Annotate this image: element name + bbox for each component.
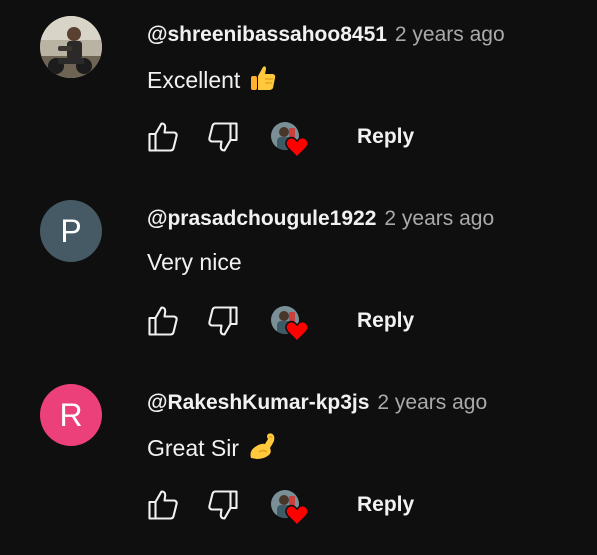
avatar[interactable]: P (40, 200, 102, 262)
avatar[interactable] (40, 16, 102, 78)
thumb-up-outline-icon (148, 490, 178, 520)
comment-author[interactable]: @shreenibassahoo8451 (147, 23, 387, 46)
thumb-down-outline-icon (208, 122, 238, 152)
reply-button[interactable]: Reply (343, 117, 428, 157)
comment-text-container: Excellent (147, 63, 278, 100)
dislike-button[interactable] (203, 485, 243, 525)
creator-heart-badge[interactable] (271, 490, 309, 526)
heart-icon (285, 136, 309, 158)
dislike-button[interactable] (203, 117, 243, 157)
comment-item: P @prasadchougule1922 2 years ago Very ni… (0, 184, 597, 368)
comment-header: @RakeshKumar-kp3js 2 years ago (147, 390, 487, 416)
like-button[interactable] (143, 117, 183, 157)
creator-heart-badge[interactable] (271, 122, 309, 158)
comment-time[interactable]: 2 years ago (384, 207, 494, 230)
thumb-down-outline-icon (208, 306, 238, 336)
comment-text: Very nice (147, 249, 242, 275)
comment-item: @shreenibassahoo8451 2 years ago Excellen… (0, 0, 597, 184)
avatar-letter: P (60, 212, 82, 249)
thumb-up-outline-icon (148, 306, 178, 336)
dislike-button[interactable] (203, 301, 243, 341)
like-button[interactable] (143, 485, 183, 525)
heart-icon (285, 320, 309, 342)
comment-author[interactable]: @RakeshKumar-kp3js (147, 391, 369, 414)
avatar-letter: R (59, 396, 83, 433)
like-button[interactable] (143, 301, 183, 341)
avatar[interactable]: R (40, 384, 102, 446)
comment-header: @shreenibassahoo8451 2 years ago (147, 22, 505, 48)
comment-header: @prasadchougule1922 2 years ago (147, 206, 494, 232)
thumb-down-outline-icon (208, 490, 238, 520)
thumbs-up-emoji-icon (248, 63, 278, 100)
comment-time[interactable]: 2 years ago (377, 391, 487, 414)
comment-author[interactable]: @prasadchougule1922 (147, 207, 376, 230)
comment-text: Excellent (147, 67, 241, 93)
reply-button[interactable]: Reply (343, 485, 428, 525)
flexed-biceps-emoji-icon (247, 431, 279, 468)
thumb-up-outline-icon (148, 122, 178, 152)
comment-text-container: Great Sir (147, 431, 279, 468)
comment-text-container: Very nice (147, 247, 242, 277)
heart-icon (285, 504, 309, 526)
comment-time[interactable]: 2 years ago (395, 23, 505, 46)
comment-text: Great Sir (147, 435, 240, 461)
creator-heart-badge[interactable] (271, 306, 309, 342)
reply-button[interactable]: Reply (343, 301, 428, 341)
comment-item: R @RakeshKumar-kp3js 2 years ago Great Si… (0, 368, 597, 552)
avatar-photo (40, 16, 102, 78)
